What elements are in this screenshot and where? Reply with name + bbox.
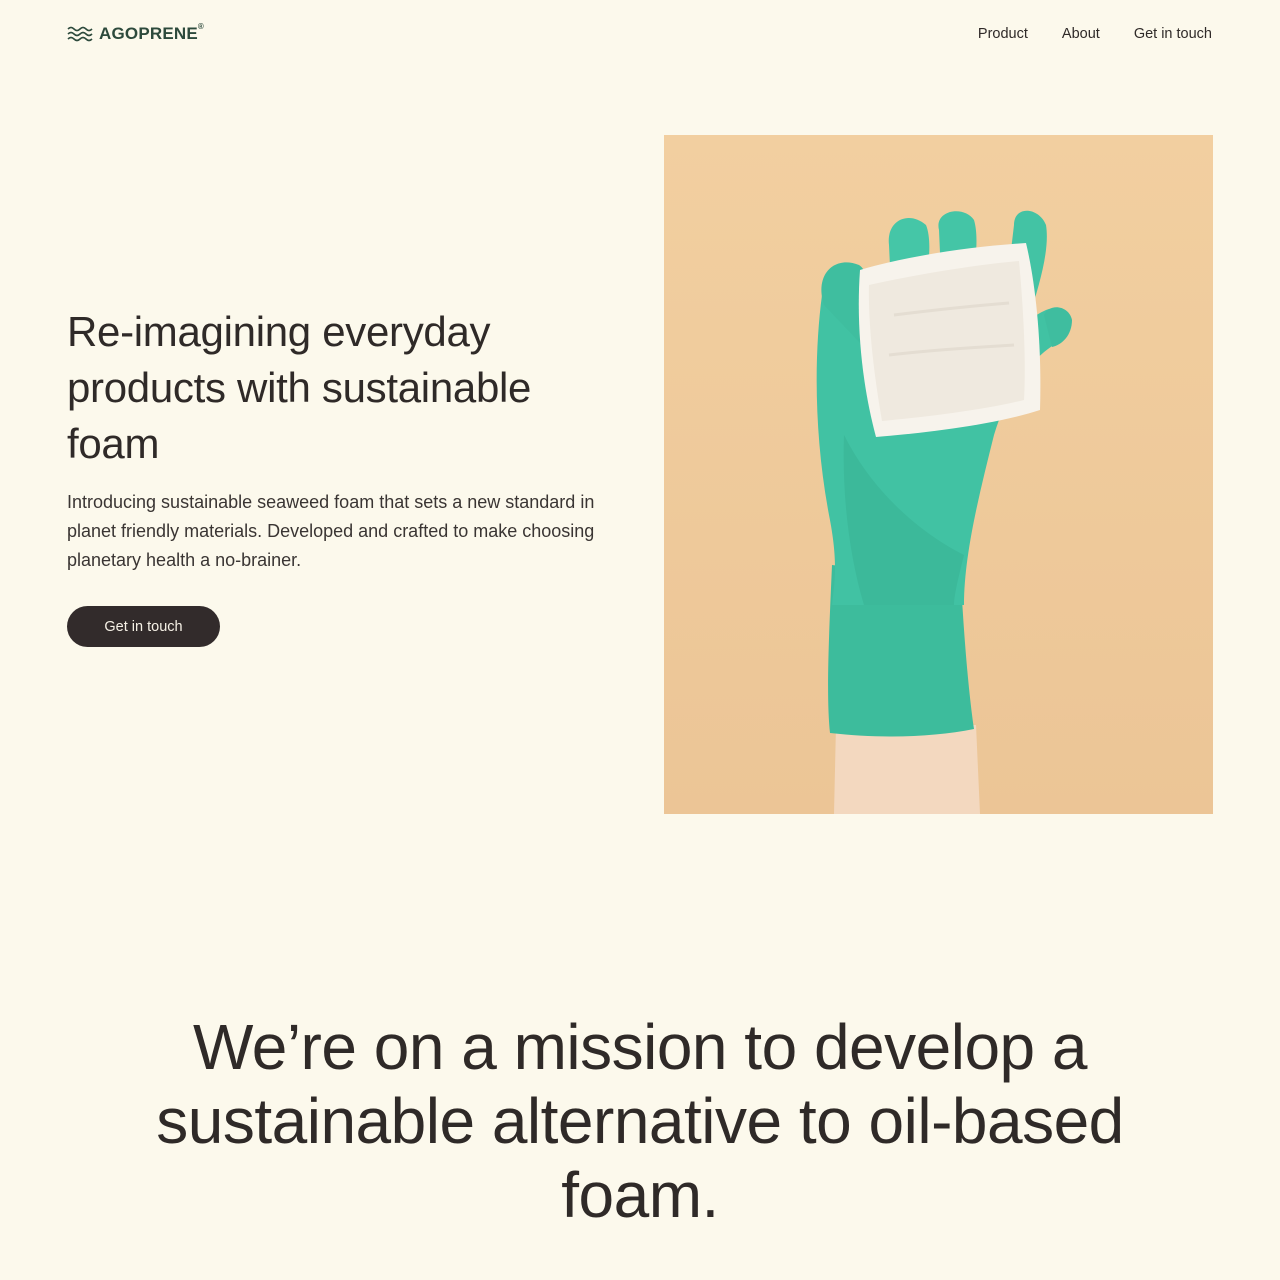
registered-mark: ® xyxy=(197,22,205,31)
hero-subtitle: Introducing sustainable seaweed foam tha… xyxy=(67,492,595,570)
nav-item-product[interactable]: Product xyxy=(978,26,1028,42)
brand-logo[interactable]: AGOPRENE® xyxy=(67,22,205,44)
mission-statement: We’re on a mission to develop a sustaina… xyxy=(156,1011,1124,1231)
hero-title: Re-imagining everyday products with sust… xyxy=(67,308,532,467)
page: AGOPRENE® Product About Get in touch Re-… xyxy=(0,0,1280,1280)
nav-item-get-in-touch[interactable]: Get in touch xyxy=(1134,26,1212,42)
site-header: AGOPRENE® Product About Get in touch xyxy=(67,18,1212,50)
hero-image-gloved-hand-holding-foam xyxy=(664,135,1213,814)
main-nav: Product About Get in touch xyxy=(978,26,1212,42)
gloved-hand-illustration xyxy=(816,210,1072,814)
nav-item-about[interactable]: About xyxy=(1062,26,1100,42)
brand-name: AGOPRENE® xyxy=(99,22,205,43)
waves-icon xyxy=(67,26,93,42)
get-in-touch-button[interactable]: Get in touch xyxy=(67,606,220,647)
